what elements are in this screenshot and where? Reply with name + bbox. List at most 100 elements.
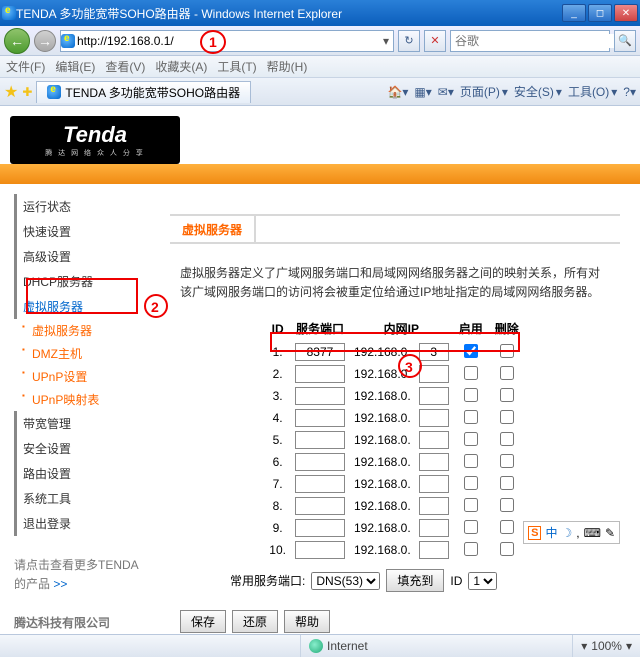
ime-comma-icon[interactable]: , xyxy=(576,526,579,540)
port-input[interactable] xyxy=(295,497,345,515)
menu-file[interactable]: 文件(F) xyxy=(6,58,45,75)
delete-checkbox[interactable] xyxy=(500,432,514,446)
menu-tools[interactable]: 工具(T) xyxy=(217,58,256,75)
search-input[interactable] xyxy=(451,34,614,48)
refresh-button[interactable]: ↻ xyxy=(398,30,420,52)
ip-input[interactable] xyxy=(419,541,449,559)
sidebar-item-system[interactable]: 系统工具 xyxy=(14,486,140,511)
sidebar-item-status[interactable]: 运行状态 xyxy=(14,194,140,219)
safety-menu[interactable]: 安全(S)▾ xyxy=(514,83,562,100)
port-input[interactable] xyxy=(295,541,345,559)
mail-button[interactable]: ✉▾ xyxy=(438,83,454,100)
port-input[interactable] xyxy=(295,519,345,537)
back-button[interactable]: ← xyxy=(4,28,30,54)
delete-checkbox[interactable] xyxy=(500,476,514,490)
ime-moon-icon[interactable]: ☽ xyxy=(562,526,573,540)
sidebar-item-quick[interactable]: 快速设置 xyxy=(14,219,140,244)
panel-title: 虚拟服务器 xyxy=(170,214,256,244)
enable-checkbox[interactable] xyxy=(464,410,478,424)
window-title: TENDA 多功能宽带SOHO路由器 - Windows Internet Ex… xyxy=(16,5,562,22)
minimize-button[interactable]: _ xyxy=(562,4,586,22)
search-box[interactable] xyxy=(450,30,610,52)
ime-settings-icon[interactable]: ✎ xyxy=(605,526,615,540)
menu-view[interactable]: 查看(V) xyxy=(105,58,145,75)
delete-checkbox[interactable] xyxy=(500,498,514,512)
sidebar-item-routing[interactable]: 路由设置 xyxy=(14,461,140,486)
forward-button[interactable]: → xyxy=(34,30,56,52)
search-button[interactable]: 🔍 xyxy=(614,30,636,52)
port-input[interactable] xyxy=(295,409,345,427)
table-row: 8.192.168.0. xyxy=(265,495,524,517)
sidebar-item-bandwidth[interactable]: 带宽管理 xyxy=(14,411,140,436)
home-button[interactable]: 🏠▾ xyxy=(387,83,408,100)
sidebar-sub-dmz[interactable]: DMZ主机 xyxy=(14,342,140,365)
ip-input[interactable] xyxy=(419,387,449,405)
maximize-button[interactable]: ◻ xyxy=(588,4,612,22)
enable-checkbox[interactable] xyxy=(464,432,478,446)
page-menu[interactable]: 页面(P)▾ xyxy=(460,83,508,100)
fill-button[interactable]: 填充到 xyxy=(386,569,444,592)
annotation-box-3 xyxy=(270,332,520,352)
browser-tab[interactable]: TENDA 多功能宽带SOHO路由器 xyxy=(36,81,251,103)
enable-checkbox[interactable] xyxy=(464,498,478,512)
save-button[interactable]: 保存 xyxy=(180,610,226,633)
ime-toolbar[interactable]: S 中 ☽ , ⌨ ✎ xyxy=(523,521,620,544)
menu-edit[interactable]: 编辑(E) xyxy=(55,58,95,75)
menu-help[interactable]: 帮助(H) xyxy=(267,58,308,75)
delete-checkbox[interactable] xyxy=(500,520,514,534)
ip-input[interactable] xyxy=(419,365,449,383)
favorites-icon[interactable]: ★ xyxy=(4,82,18,102)
port-input[interactable] xyxy=(295,387,345,405)
address-bar[interactable]: ▾ xyxy=(60,30,394,52)
ip-input[interactable] xyxy=(419,431,449,449)
sidebar-sub-upnp[interactable]: UPnP设置 xyxy=(14,365,140,388)
add-favorite-icon[interactable]: ✚ xyxy=(22,85,32,99)
tools-menu[interactable]: 工具(O)▾ xyxy=(568,83,617,100)
restore-button[interactable]: 还原 xyxy=(232,610,278,633)
sidebar-item-advanced[interactable]: 高级设置 xyxy=(14,244,140,269)
page-icon xyxy=(61,34,75,48)
delete-checkbox[interactable] xyxy=(500,410,514,424)
menu-favorites[interactable]: 收藏夹(A) xyxy=(155,58,207,75)
help-button[interactable]: 帮助 xyxy=(284,610,330,633)
ip-input[interactable] xyxy=(419,497,449,515)
row-id: 3. xyxy=(265,385,290,407)
port-input[interactable] xyxy=(295,431,345,449)
sidebar-sub-upnp-map[interactable]: UPnP映射表 xyxy=(14,388,140,411)
zoom-dropdown[interactable]: ▾ xyxy=(626,639,632,653)
enable-checkbox[interactable] xyxy=(464,366,478,380)
sidebar-item-logout[interactable]: 退出登录 xyxy=(14,511,140,536)
enable-checkbox[interactable] xyxy=(464,454,478,468)
port-input[interactable] xyxy=(295,453,345,471)
ip-input[interactable] xyxy=(419,453,449,471)
zoom-out-icon[interactable]: ▾ xyxy=(581,639,587,653)
enable-checkbox[interactable] xyxy=(464,388,478,402)
ip-input[interactable] xyxy=(419,475,449,493)
id-select[interactable]: 1 xyxy=(468,572,497,590)
address-dropdown[interactable]: ▾ xyxy=(379,34,393,48)
enable-checkbox[interactable] xyxy=(464,476,478,490)
row-id: 8. xyxy=(265,495,290,517)
sidebar-sub-virtual[interactable]: 虚拟服务器 xyxy=(14,319,140,342)
ip-input[interactable] xyxy=(419,409,449,427)
banner: Tenda腾 达 网 络 众 人 分 享 xyxy=(0,106,640,164)
url-input[interactable] xyxy=(75,34,379,48)
stop-button[interactable]: ✕ xyxy=(424,30,446,52)
port-input[interactable] xyxy=(295,365,345,383)
enable-checkbox[interactable] xyxy=(464,520,478,534)
sidebar-item-security[interactable]: 安全设置 xyxy=(14,436,140,461)
close-button[interactable]: ✕ xyxy=(614,4,638,22)
delete-checkbox[interactable] xyxy=(500,454,514,468)
common-port-select[interactable]: DNS(53) xyxy=(311,572,380,590)
port-input[interactable] xyxy=(295,475,345,493)
help-button[interactable]: ?▾ xyxy=(623,83,636,100)
delete-checkbox[interactable] xyxy=(500,388,514,402)
ime-zh[interactable]: 中 xyxy=(545,524,557,541)
delete-checkbox[interactable] xyxy=(500,542,514,556)
feeds-button[interactable]: ▦▾ xyxy=(414,83,431,100)
enable-checkbox[interactable] xyxy=(464,542,478,556)
more-products-link[interactable]: >> xyxy=(53,577,67,591)
ip-input[interactable] xyxy=(419,519,449,537)
ime-keyboard-icon[interactable]: ⌨ xyxy=(584,526,601,540)
delete-checkbox[interactable] xyxy=(500,366,514,380)
